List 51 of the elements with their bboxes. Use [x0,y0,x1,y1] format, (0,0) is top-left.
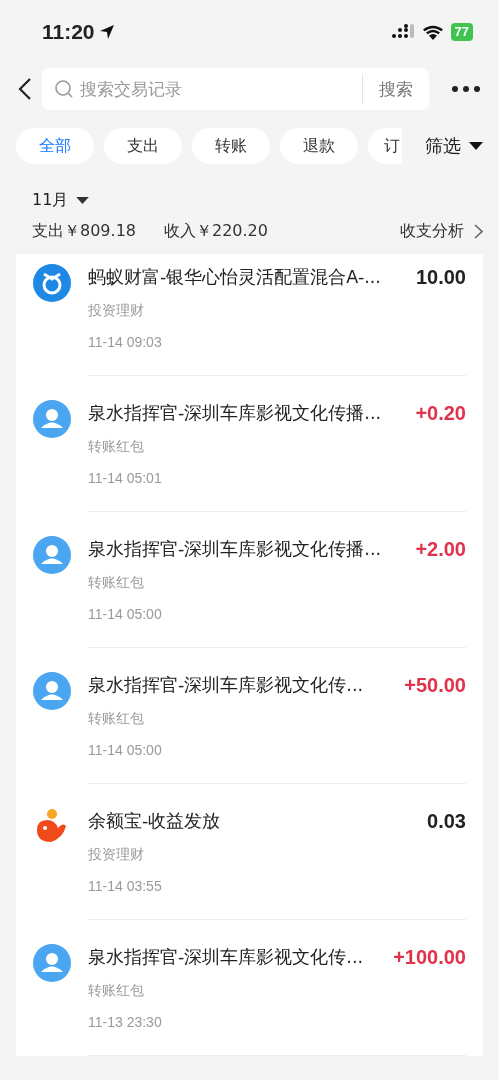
search-icon [54,79,74,99]
month-selector[interactable]: 11月 [32,190,90,211]
transaction-amount: +0.20 [415,401,466,425]
back-icon[interactable] [18,77,32,101]
transaction-title[interactable]: 泉水指挥官-深圳车库影视文化传... [88,945,363,969]
transaction-time: 11-14 03:55 [88,878,163,894]
transaction-time: 11-14 05:00 [88,742,163,758]
battery-level: 77 [450,23,473,41]
fund-logo-icon [33,264,71,302]
transaction-category: 转账红包 [88,982,145,1000]
transaction-category: 投资理财 [88,302,145,320]
chevron-right-icon [474,224,483,239]
transaction-time: 11-14 05:01 [88,470,163,486]
wifi-icon [422,24,443,40]
search-button[interactable]: 搜索 [362,74,429,104]
transaction-category: 转账红包 [88,574,145,592]
user-avatar-icon [33,672,71,710]
transaction-title[interactable]: 蚂蚁财富-银华心怡灵活配置混合A-... [88,265,381,289]
filter-tab[interactable]: 转账 [192,128,270,164]
transaction-time: 11-13 23:30 [88,1014,163,1030]
transaction-category: 投资理财 [88,846,145,864]
transaction-amount: +50.00 [404,673,466,697]
filter-tab[interactable]: 订 [368,128,402,164]
transaction-title[interactable]: 余额宝-收益发放 [88,809,221,833]
transaction-amount: +2.00 [415,537,466,561]
income-total: 收入￥220.20 [164,221,268,242]
analysis-link[interactable]: 收支分析 [400,221,483,242]
dropdown-caret-icon [469,141,483,151]
more-icon[interactable] [451,85,481,93]
cellular-signal-icon [390,24,415,40]
transaction-title[interactable]: 泉水指挥官-深圳车库影视文化传播... [88,537,381,561]
transaction-category: 转账红包 [88,710,145,728]
search-field[interactable]: 搜索交易记录 搜索 [42,68,429,110]
dropdown-caret-icon [76,196,90,205]
transaction-amount: 0.03 [427,809,466,833]
transaction-title[interactable]: 泉水指挥官-深圳车库影视文化传播... [88,401,381,425]
filter-tab[interactable]: 全部 [16,128,94,164]
transaction-title[interactable]: 泉水指挥官-深圳车库影视文化传... [88,673,363,697]
user-avatar-icon [33,536,71,574]
transaction-time: 11-14 09:03 [88,334,163,350]
location-arrow-icon [98,24,115,40]
filter-tab[interactable]: 支出 [104,128,182,164]
transaction-amount: +100.00 [393,945,466,969]
user-avatar-icon [33,400,71,438]
user-avatar-icon [33,944,71,982]
filter-tab[interactable]: 退款 [280,128,358,164]
transaction-time: 11-14 05:00 [88,606,163,622]
expense-total: 支出￥809.18 [32,221,136,242]
transaction-amount: 10.00 [415,265,466,289]
clock-time: 11:20 [42,20,95,44]
transaction-category: 转账红包 [88,438,145,456]
